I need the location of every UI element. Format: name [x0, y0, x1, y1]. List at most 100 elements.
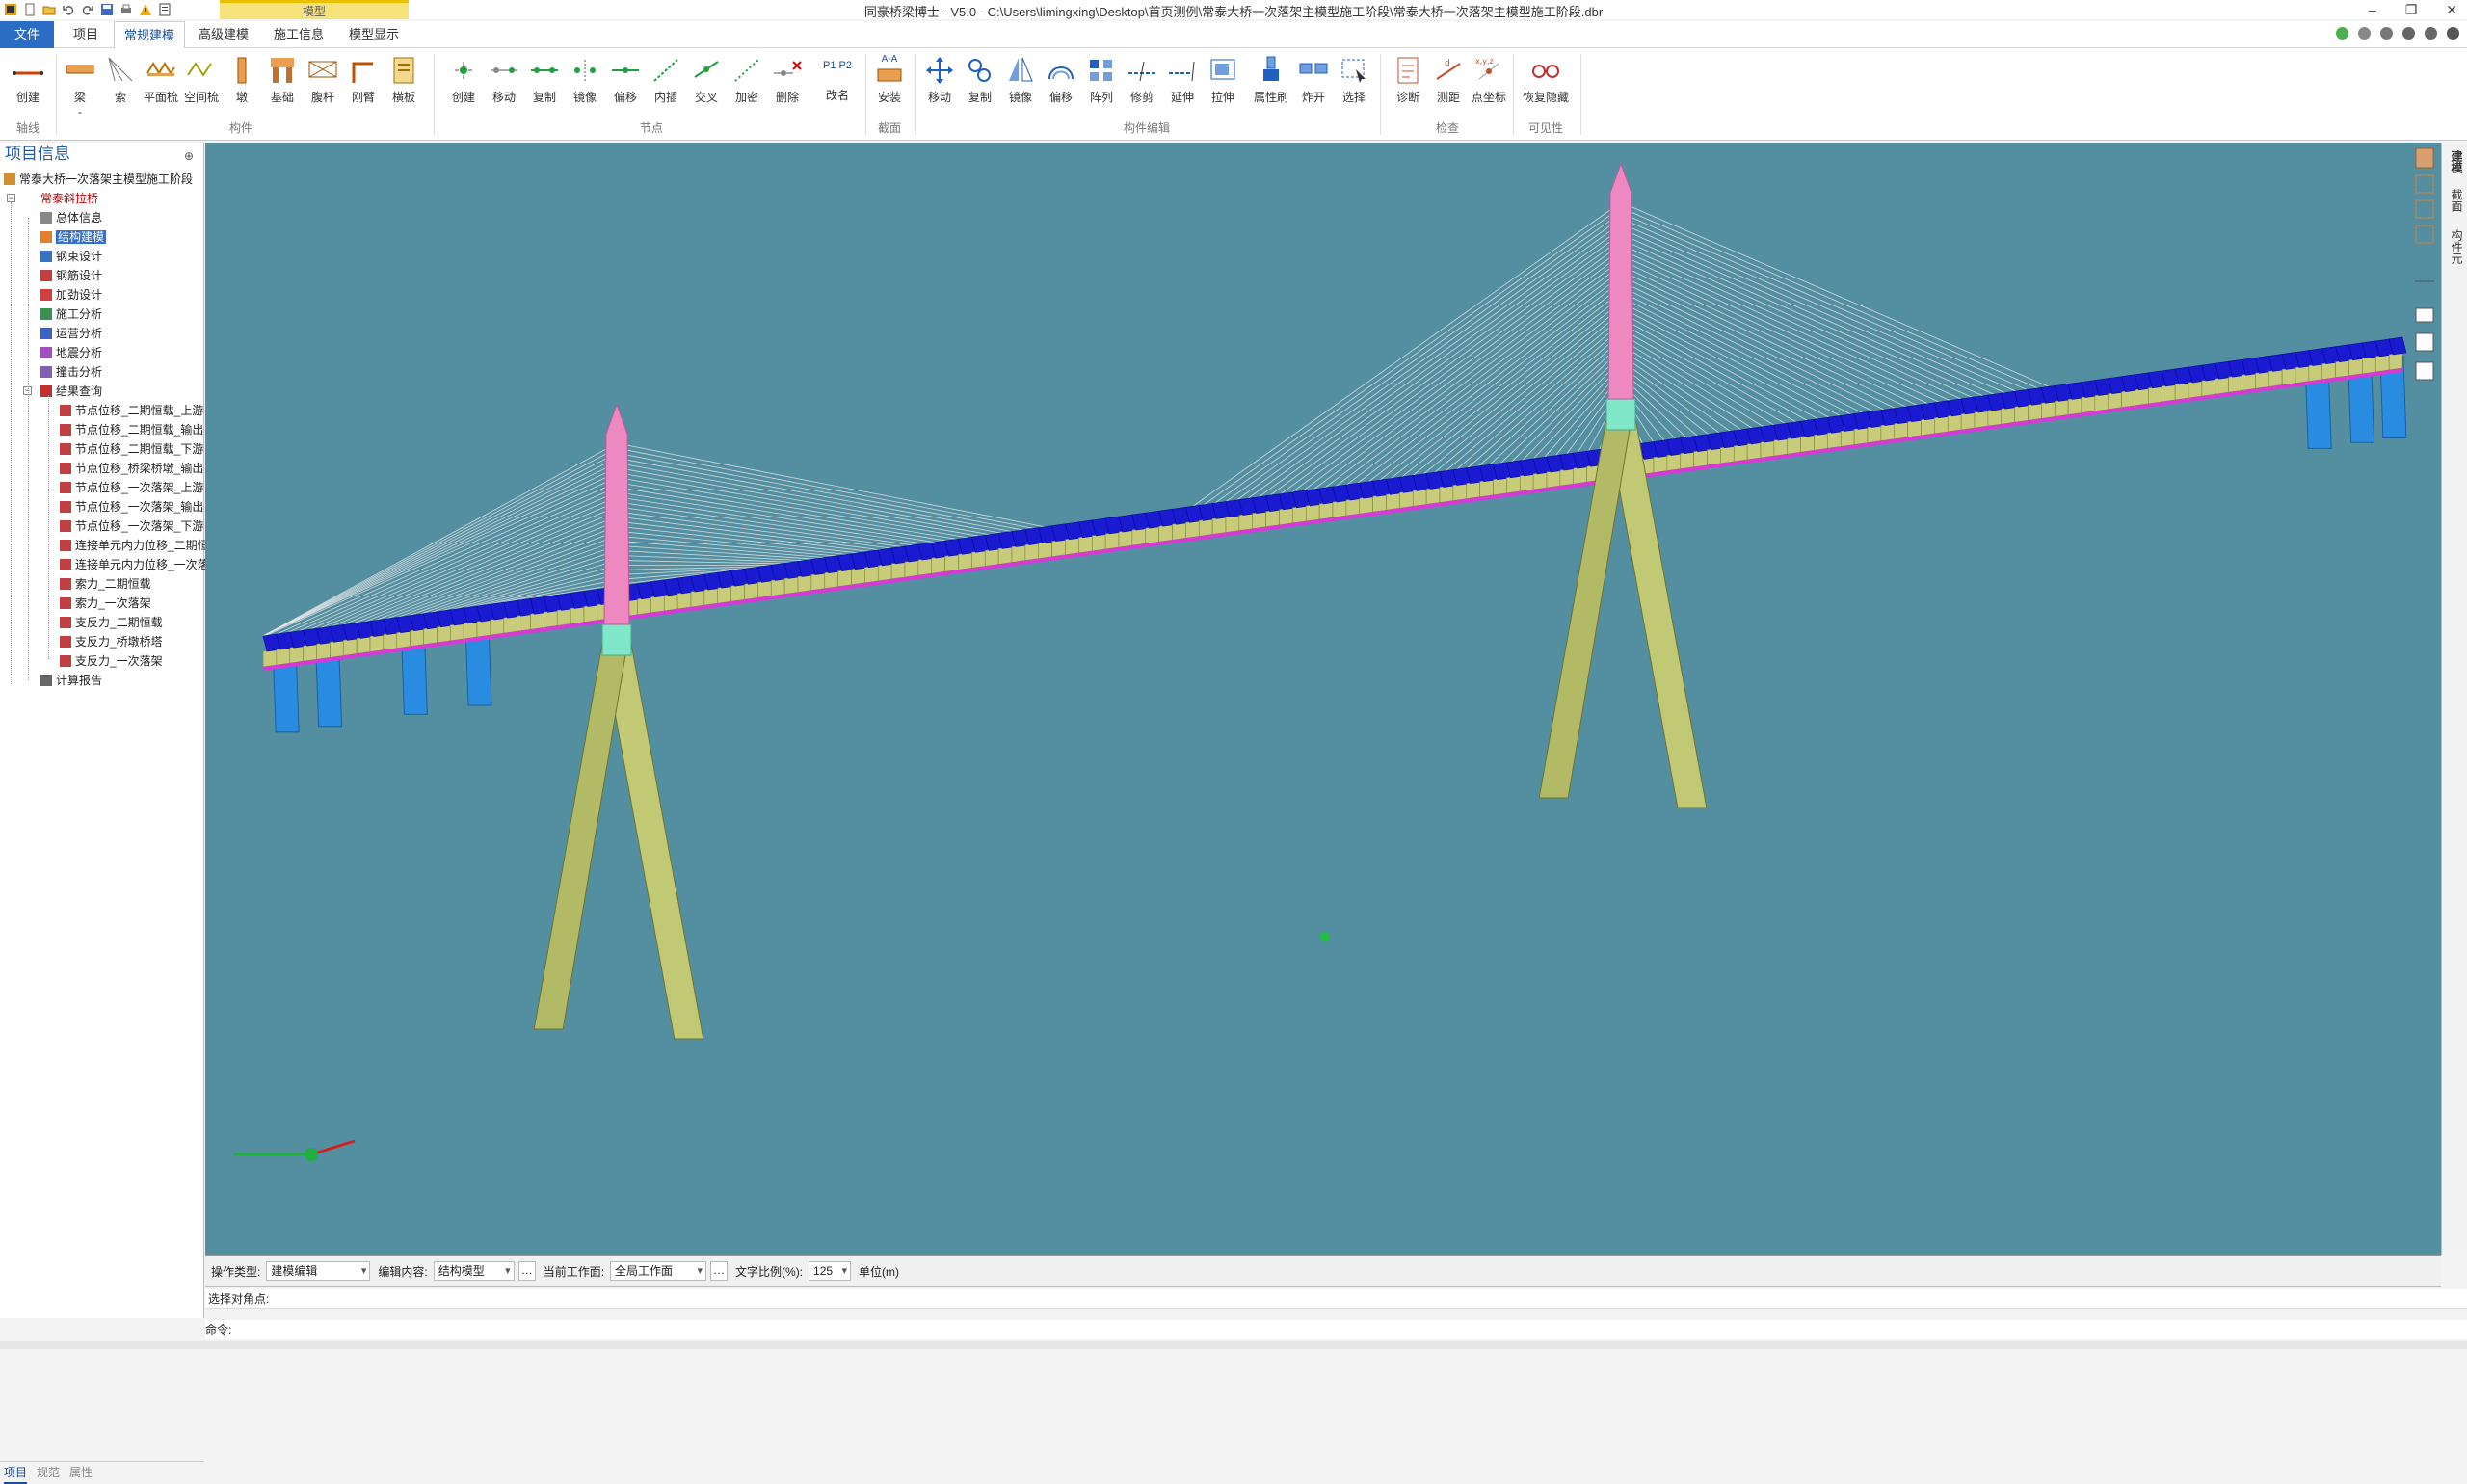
tree-result-item[interactable]: 索力_二期恒载: [60, 574, 151, 594]
tree-item[interactable]: 加劲设计: [40, 285, 102, 305]
tab-project[interactable]: 项目: [64, 21, 108, 48]
member-copy-button[interactable]: 复制: [960, 54, 1000, 105]
member-extend-button[interactable]: 延伸: [1162, 54, 1203, 105]
tree-collapse-project-icon[interactable]: −: [7, 194, 15, 202]
tree-item[interactable]: 运营分析: [40, 324, 102, 343]
tab-construction-info[interactable]: 施工信息: [264, 21, 333, 48]
member-array-button[interactable]: 阵列: [1081, 54, 1122, 105]
space-comb-button[interactable]: 空间梳: [181, 54, 222, 105]
beam-button[interactable]: 梁-: [60, 54, 100, 119]
member-trim-button[interactable]: 修剪: [1122, 54, 1162, 105]
text-ratio-select[interactable]: 125: [809, 1261, 851, 1281]
model-viewport[interactable]: [205, 143, 2441, 1255]
tree-item[interactable]: 总体信息: [40, 208, 102, 227]
plane-comb-button[interactable]: 平面梳: [141, 54, 181, 105]
tree-result-item[interactable]: 节点位移_二期恒载_下游: [60, 439, 203, 459]
template-button[interactable]: 横板: [384, 54, 424, 105]
property-brush-button[interactable]: 属性刷: [1251, 54, 1291, 105]
view-side-icon[interactable]: [2416, 175, 2433, 193]
member-mirror-button[interactable]: 镜像: [1000, 54, 1041, 105]
command-input[interactable]: 命令:: [205, 1320, 2467, 1339]
tree-item[interactable]: 地震分析: [40, 343, 102, 362]
restore-button[interactable]: ❐: [2405, 0, 2418, 19]
workplane-more-button[interactable]: …: [710, 1261, 728, 1281]
select-button[interactable]: 选择: [1334, 54, 1374, 105]
tree-result-item[interactable]: 节点位移_二期恒载_输出: [60, 420, 203, 439]
tab-code[interactable]: 规范: [37, 1462, 60, 1484]
measure-button[interactable]: d测距: [1428, 54, 1469, 105]
tree-root-project[interactable]: 常泰大桥一次落架主模型施工阶段: [4, 170, 193, 189]
tab-regular-modeling[interactable]: 常规建模: [114, 21, 185, 49]
bridge-3d-model[interactable]: [205, 143, 2441, 1255]
node-densify-button[interactable]: 加密: [727, 54, 767, 105]
tree-report-item[interactable]: 计算报告: [40, 671, 102, 690]
member-offset-button[interactable]: 偏移: [1041, 54, 1081, 105]
member-move-button[interactable]: 移动: [919, 54, 960, 105]
settings-icon[interactable]: [2402, 27, 2415, 40]
tab-section-side[interactable]: 截面: [2449, 189, 2465, 212]
tree-result-item[interactable]: 支反力_二期恒载: [60, 613, 163, 632]
tab-modeling-side[interactable]: 建模: [2449, 150, 2465, 173]
view-box1-icon[interactable]: [2416, 308, 2433, 322]
refresh-icon[interactable]: [2336, 27, 2348, 40]
op-type-select[interactable]: 建模编辑: [266, 1261, 370, 1281]
pin-icon[interactable]: ⊕: [184, 145, 194, 168]
diagnose-button[interactable]: 诊断: [1388, 54, 1428, 105]
tree-result-item[interactable]: 节点位移_一次落架_输出: [60, 497, 203, 517]
tree-result-item[interactable]: 节点位移_一次落架_下游: [60, 517, 203, 536]
tab-file[interactable]: 文件: [0, 21, 54, 48]
tree-item[interactable]: 钢束设计: [40, 247, 102, 266]
tree-result-item[interactable]: 支反力_桥墩桥塔: [60, 632, 163, 651]
node-create-button[interactable]: 创建: [443, 54, 484, 105]
node-rename-button[interactable]: P1 P2改名: [817, 54, 858, 103]
section-install-button[interactable]: A-A安装: [869, 54, 910, 105]
node-delete-button[interactable]: 删除: [767, 54, 808, 105]
view-box2-icon[interactable]: [2416, 333, 2433, 351]
tab-properties[interactable]: 属性: [69, 1462, 93, 1484]
tree-item[interactable]: 结构建模: [40, 227, 106, 247]
view-front-icon[interactable]: [2416, 148, 2433, 168]
restore-hidden-button[interactable]: 恢复隐藏: [1519, 54, 1573, 105]
info-icon[interactable]: [2447, 27, 2459, 40]
tab-member-side[interactable]: 构件元: [2449, 229, 2465, 264]
node-offset-button[interactable]: 偏移: [605, 54, 646, 105]
tree-item[interactable]: 钢筋设计: [40, 266, 102, 285]
node-intersect-button[interactable]: 交叉: [686, 54, 727, 105]
view-iso-icon[interactable]: [2416, 225, 2433, 243]
tree-project-node[interactable]: 常泰斜拉桥: [25, 189, 98, 208]
foundation-button[interactable]: 基础: [262, 54, 303, 105]
explode-button[interactable]: 炸开: [1293, 54, 1334, 105]
tab-model-display[interactable]: 模型显示: [339, 21, 409, 48]
cloud-icon[interactable]: [2380, 27, 2393, 40]
member-stretch-button[interactable]: 拉伸: [1203, 54, 1243, 105]
workplane-select[interactable]: 全局工作面: [610, 1261, 706, 1281]
node-interpolate-button[interactable]: 内插: [646, 54, 686, 105]
cable-button[interactable]: 索: [100, 54, 141, 105]
edit-content-more-button[interactable]: …: [518, 1261, 536, 1281]
rigid-arm-button[interactable]: 刚臂: [343, 54, 384, 105]
node-mirror-button[interactable]: 镜像: [565, 54, 605, 105]
tree-result-item[interactable]: 节点位移_桥梁桥墩_输出: [60, 459, 203, 478]
help-icon[interactable]: [2425, 27, 2437, 40]
tree-result-item[interactable]: 索力_一次落架: [60, 594, 151, 613]
node-move-button[interactable]: 移动: [484, 54, 524, 105]
tab-project-panel[interactable]: 项目: [4, 1462, 27, 1484]
tree-result-item[interactable]: 节点位移_二期恒载_上游: [60, 401, 203, 420]
web-member-button[interactable]: 腹杆: [303, 54, 343, 105]
minimize-button[interactable]: –: [2369, 0, 2376, 19]
edit-content-select[interactable]: 结构模型: [434, 1261, 515, 1281]
axis-create-button[interactable]: 创建: [8, 54, 48, 105]
tree-item[interactable]: 撞击分析: [40, 362, 102, 382]
tree-result-item[interactable]: 连接单元内力位移_一次落: [60, 555, 209, 574]
tab-advanced-modeling[interactable]: 高级建模: [189, 21, 258, 48]
tree-result-item[interactable]: 节点位移_一次落架_上游: [60, 478, 203, 497]
view-top-icon[interactable]: [2416, 200, 2433, 218]
point-coord-button[interactable]: x,y,z点坐标: [1469, 54, 1509, 105]
pier-button[interactable]: 墩: [222, 54, 262, 105]
node-copy-button[interactable]: 复制: [524, 54, 565, 105]
close-button[interactable]: ✕: [2446, 0, 2457, 19]
tree-result-item[interactable]: 支反力_一次落架: [60, 651, 163, 671]
expand-icon[interactable]: [2358, 27, 2371, 40]
tree-result-item[interactable]: 连接单元内力位移_二期恒: [60, 536, 209, 555]
view-box3-icon[interactable]: [2416, 362, 2433, 380]
